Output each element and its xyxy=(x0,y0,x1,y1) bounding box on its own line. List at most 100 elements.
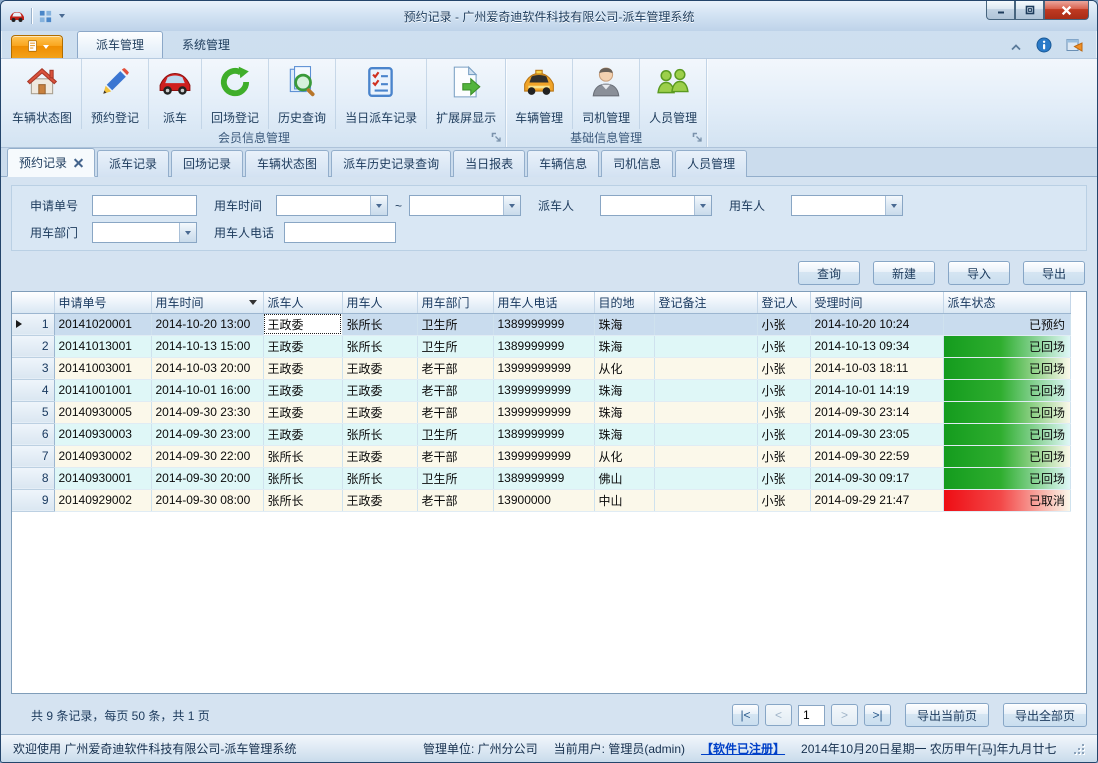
grid-cell-status[interactable]: 已回场 xyxy=(943,335,1071,357)
grid-cell-dept[interactable]: 卫生所 xyxy=(417,335,493,357)
dept-select[interactable] xyxy=(92,222,197,243)
table-row[interactable]: 7201409300022014-09-30 22:00张所长王政委老干部139… xyxy=(12,445,1071,467)
row-header-cell[interactable]: 6 xyxy=(12,423,54,445)
grid-cell-user[interactable]: 张所长 xyxy=(342,335,417,357)
ribbon-button-doc-arrow[interactable]: 扩展屏显示 xyxy=(427,59,505,129)
grid-cell-accept-time[interactable]: 2014-09-30 23:14 xyxy=(810,401,943,423)
chevron-down-icon[interactable] xyxy=(179,223,196,242)
grid-cell-user[interactable]: 王政委 xyxy=(342,357,417,379)
close-button[interactable] xyxy=(1044,1,1089,20)
row-header-cell[interactable]: 8 xyxy=(12,467,54,489)
grid-cell-status[interactable]: 已取消 xyxy=(943,489,1071,511)
new-button[interactable]: 新建 xyxy=(873,261,935,285)
grid-cell-registrar[interactable]: 小张 xyxy=(757,357,810,379)
grid-cell-dispatcher[interactable]: 张所长 xyxy=(263,467,342,489)
grid-cell-use-time[interactable]: 2014-10-03 20:00 xyxy=(151,357,263,379)
table-row[interactable]: 9201409290022014-09-30 08:00张所长王政委老干部139… xyxy=(12,489,1071,511)
grid-cell-dispatcher[interactable]: 张所长 xyxy=(263,489,342,511)
use-time-to-select[interactable] xyxy=(409,195,521,216)
grid-cell-use-time[interactable]: 2014-09-30 08:00 xyxy=(151,489,263,511)
grid-cell-apply-no[interactable]: 20140930005 xyxy=(54,401,151,423)
grid-cell-dest[interactable]: 珠海 xyxy=(594,335,654,357)
chevron-down-icon[interactable] xyxy=(885,196,902,215)
ribbon-button-search-doc[interactable]: 历史查询 xyxy=(269,59,336,129)
grid-cell-registrar[interactable]: 小张 xyxy=(757,401,810,423)
last-page-button[interactable]: >| xyxy=(864,704,891,726)
grid-cell-dest[interactable]: 从化 xyxy=(594,445,654,467)
grid-cell-dept[interactable]: 卫生所 xyxy=(417,313,493,335)
resize-grip[interactable] xyxy=(1073,743,1085,755)
grid-cell-registrar[interactable]: 小张 xyxy=(757,423,810,445)
grid-cell-phone[interactable]: 13999999999 xyxy=(493,401,594,423)
grid-cell-dest[interactable]: 珠海 xyxy=(594,379,654,401)
ribbon-menu-button[interactable] xyxy=(11,35,63,58)
grid-cell-dest[interactable]: 珠海 xyxy=(594,313,654,335)
grid-cell-use-time[interactable]: 2014-09-30 22:00 xyxy=(151,445,263,467)
ribbon-button-red-car[interactable]: 派车 xyxy=(149,59,202,129)
qat-dropdown-icon[interactable] xyxy=(59,14,65,18)
grid-cell-dest[interactable]: 珠海 xyxy=(594,401,654,423)
grid-cell-remark[interactable] xyxy=(654,423,757,445)
grid-cell-accept-time[interactable]: 2014-09-30 09:17 xyxy=(810,467,943,489)
grid-cell-apply-no[interactable]: 20140930001 xyxy=(54,467,151,489)
grid-cell-user[interactable]: 张所长 xyxy=(342,423,417,445)
grid-cell-remark[interactable] xyxy=(654,313,757,335)
grid-cell-remark[interactable] xyxy=(654,401,757,423)
grid-cell-dept[interactable]: 卫生所 xyxy=(417,423,493,445)
page-input[interactable] xyxy=(798,705,825,726)
grid-cell-status[interactable]: 已预约 xyxy=(943,313,1071,335)
grid-cell-dispatcher[interactable]: 王政委 xyxy=(263,423,342,445)
grid-cell-phone[interactable]: 1389999999 xyxy=(493,313,594,335)
info-icon[interactable] xyxy=(1036,37,1052,56)
grid-cell-apply-no[interactable]: 20141003001 xyxy=(54,357,151,379)
ribbon-tab-dispatch[interactable]: 派车管理 xyxy=(77,31,163,58)
table-row[interactable]: 4201410010012014-10-01 16:00王政委王政委老干部139… xyxy=(12,379,1071,401)
grid-header-cell[interactable]: 受理时间 xyxy=(810,292,943,313)
apply-no-input[interactable] xyxy=(92,195,197,216)
grid-cell-status[interactable]: 已回场 xyxy=(943,467,1071,489)
table-row[interactable]: 8201409300012014-09-30 20:00张所长张所长卫生所138… xyxy=(12,467,1071,489)
ribbon-button-house[interactable]: 车辆状态图 xyxy=(3,59,82,129)
grid-cell-dept[interactable]: 卫生所 xyxy=(417,467,493,489)
grid-cell-dept[interactable]: 老干部 xyxy=(417,357,493,379)
grid-header-cell[interactable]: 派车人 xyxy=(263,292,342,313)
grid-cell-dept[interactable]: 老干部 xyxy=(417,379,493,401)
grid-cell-accept-time[interactable]: 2014-10-03 18:11 xyxy=(810,357,943,379)
grid-cell-use-time[interactable]: 2014-09-30 20:00 xyxy=(151,467,263,489)
grid-header-cell[interactable]: 登记备注 xyxy=(654,292,757,313)
grid-cell-dept[interactable]: 老干部 xyxy=(417,489,493,511)
grid-cell-registrar[interactable]: 小张 xyxy=(757,489,810,511)
grid-cell-remark[interactable] xyxy=(654,445,757,467)
doc-tab-0[interactable]: 预约记录 xyxy=(7,148,95,177)
grid-cell-dept[interactable]: 老干部 xyxy=(417,445,493,467)
grid-cell-registrar[interactable]: 小张 xyxy=(757,445,810,467)
grid-cell-phone[interactable]: 13999999999 xyxy=(493,357,594,379)
grid-cell-remark[interactable] xyxy=(654,489,757,511)
grid-cell-remark[interactable] xyxy=(654,467,757,489)
doc-tab-2[interactable]: 回场记录 xyxy=(171,150,243,177)
table-row[interactable]: 1201410200012014-10-20 13:00王政委张所长卫生所138… xyxy=(12,313,1071,335)
grid-cell-status[interactable]: 已回场 xyxy=(943,423,1071,445)
ribbon-button-pencil[interactable]: 预约登记 xyxy=(82,59,149,129)
row-header-cell[interactable]: 7 xyxy=(12,445,54,467)
import-button[interactable]: 导入 xyxy=(948,261,1010,285)
grid-cell-phone[interactable]: 13900000 xyxy=(493,489,594,511)
grid-cell-apply-no[interactable]: 20140929002 xyxy=(54,489,151,511)
grid-cell-remark[interactable] xyxy=(654,379,757,401)
doc-tab-5[interactable]: 当日报表 xyxy=(453,150,525,177)
dialog-launcher-icon[interactable] xyxy=(692,132,703,146)
row-header-cell[interactable]: 5 xyxy=(12,401,54,423)
row-header-cell[interactable]: 3 xyxy=(12,357,54,379)
export-current-page-button[interactable]: 导出当前页 xyxy=(905,703,989,727)
grid-cell-status[interactable]: 已回场 xyxy=(943,401,1071,423)
grid-cell-dest[interactable]: 从化 xyxy=(594,357,654,379)
row-header-cell[interactable]: 9 xyxy=(12,489,54,511)
grid-cell-user[interactable]: 王政委 xyxy=(342,489,417,511)
grid-cell-apply-no[interactable]: 20141013001 xyxy=(54,335,151,357)
grid-cell-dispatcher[interactable]: 王政委 xyxy=(263,357,342,379)
ribbon-button-people[interactable]: 人员管理 xyxy=(640,59,706,129)
ribbon-button-taxi[interactable]: 车辆管理 xyxy=(506,59,573,129)
grid-cell-phone[interactable]: 1389999999 xyxy=(493,335,594,357)
grid-cell-accept-time[interactable]: 2014-10-01 14:19 xyxy=(810,379,943,401)
doc-tab-close-icon[interactable] xyxy=(74,158,83,167)
